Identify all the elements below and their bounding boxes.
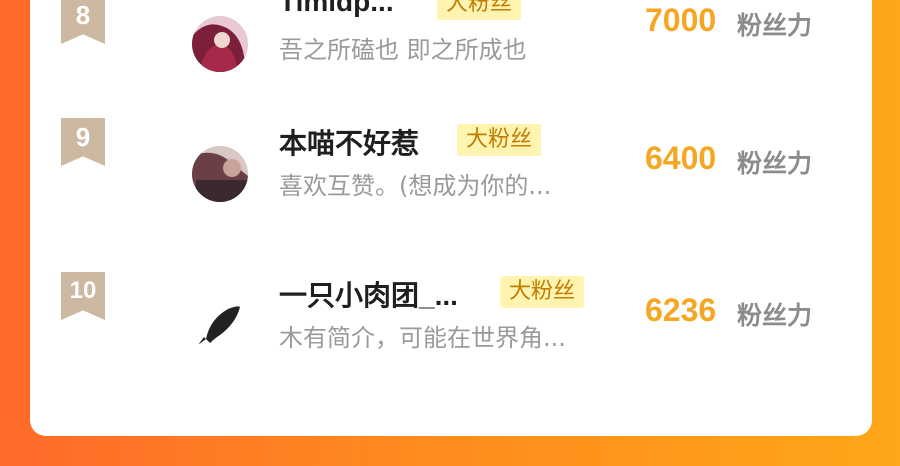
user-bio: 木有简介，可能在世界角... — [279, 324, 566, 352]
avatar[interactable] — [192, 146, 248, 202]
rank-ribbon-icon: 10 — [61, 272, 105, 320]
photo-avatar-icon — [192, 146, 248, 202]
fan-power-unit: 粉丝力 — [737, 301, 813, 330]
fan-power-score: 7000 — [645, 2, 717, 38]
user-name[interactable]: 本喵不好惹 — [279, 122, 419, 162]
avatar[interactable] — [192, 16, 248, 72]
fan-power-score: 6400 — [645, 140, 717, 176]
fan-level-badge: 大粉丝 — [500, 276, 585, 308]
ranking-row[interactable]: 10 一只小肉团_... 大粉丝 木有简介，可能在世界角... 6236 粉丝力 — [30, 272, 872, 382]
user-bio: 吾之所磕也 即之所成也 — [279, 36, 527, 64]
fan-ranking-card: 8 Timidp... 大粉丝 吾之所磕也 即之所成也 7000 粉丝力 9 本… — [30, 0, 872, 436]
rank-number: 10 — [69, 277, 97, 304]
rank-ribbon-icon: 8 — [61, 0, 105, 44]
user-name[interactable]: 一只小肉团_... — [279, 274, 458, 314]
user-bio: 喜欢互赞。(想成为你的... — [279, 172, 552, 200]
ranking-row[interactable]: 8 Timidp... 大粉丝 吾之所磕也 即之所成也 7000 粉丝力 — [30, 0, 872, 76]
rank-number: 9 — [75, 122, 91, 152]
fan-level-badge: 大粉丝 — [437, 0, 522, 20]
user-name[interactable]: Timidp... — [279, 0, 394, 18]
rank-number: 8 — [75, 0, 91, 30]
fan-power-unit: 粉丝力 — [737, 149, 813, 178]
fan-level-badge: 大粉丝 — [457, 124, 542, 156]
avatar[interactable] — [192, 297, 248, 353]
ranking-row[interactable]: 9 本喵不好惹 大粉丝 喜欢互赞。(想成为你的... 6400 粉丝力 — [30, 118, 872, 230]
fan-power-score: 6236 — [645, 292, 717, 328]
anime-girl-avatar-icon — [192, 16, 248, 72]
rank-ribbon-icon: 9 — [61, 118, 105, 166]
fish-logo-icon — [192, 297, 248, 353]
fan-power-unit: 粉丝力 — [737, 11, 813, 40]
